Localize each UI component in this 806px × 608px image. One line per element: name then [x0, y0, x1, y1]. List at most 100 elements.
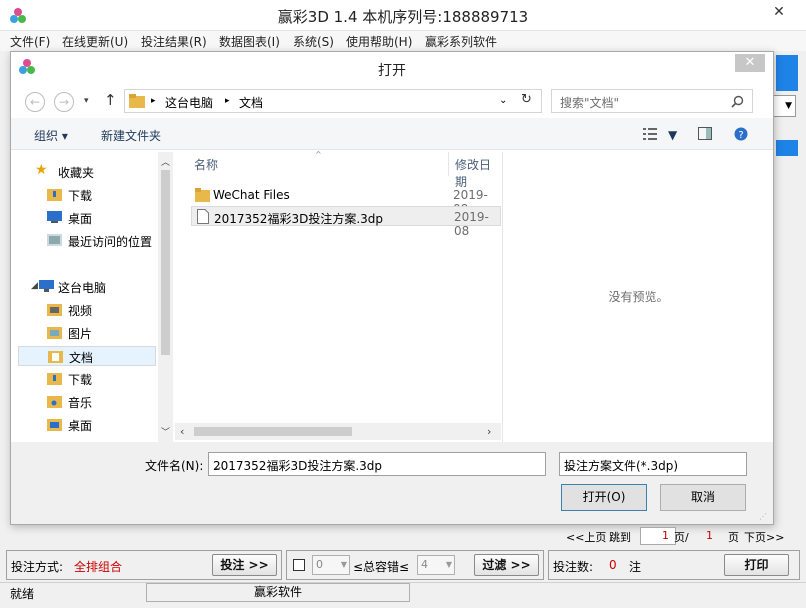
menu-system[interactable]: 系统(S) — [293, 33, 334, 50]
window-close-button[interactable]: ✕ — [756, 0, 802, 24]
up-arrow-icon[interactable]: ↑ — [104, 91, 117, 109]
bet-button[interactable]: 投注 >> — [212, 554, 277, 576]
nav-videos[interactable]: 视频 — [17, 300, 157, 320]
file-row[interactable]: 2017352福彩3D投注方案.3dp 2019-08 — [191, 206, 501, 238]
file-row[interactable]: WeChat Files 2019-08 — [191, 185, 501, 216]
nav-videos-label: 视频 — [68, 304, 93, 318]
status-text: 就绪 — [10, 587, 35, 601]
dialog-toolbar: 组织 ▾ 新建文件夹 ▼ ? — [11, 118, 773, 150]
filetype-select[interactable]: 投注方案文件(*.3dp) ⌄ — [559, 452, 747, 476]
goto-label: 跳到 — [609, 531, 631, 544]
spinner-arrow-icon[interactable]: ▼ — [446, 556, 452, 574]
preview-pane-icon[interactable] — [698, 127, 712, 140]
address-dropdown-chevron-icon[interactable]: ⌄ — [499, 95, 507, 106]
scroll-up-icon[interactable]: ︿ — [161, 155, 170, 168]
tolerance-checkbox[interactable] — [293, 559, 305, 571]
hscroll-thumb[interactable] — [194, 427, 352, 436]
open-file-dialog: 打开 ✕ ← → ▾ ↑ ▸ 这台电脑 ▸ 文档 ⌄ ↻ 搜索"文档" 组织 ▾… — [10, 51, 774, 525]
scroll-left-icon[interactable]: ‹ — [180, 425, 184, 438]
document-icon — [197, 209, 209, 224]
nav-documents[interactable]: 文档 — [18, 346, 156, 366]
spinner-arrow-icon[interactable]: ▼ — [341, 556, 347, 574]
folder-icon — [195, 188, 210, 202]
tolerance-max-spinner[interactable]: 4 ▼ — [417, 555, 455, 575]
downloads-folder-icon — [47, 373, 62, 385]
organize-button[interactable]: 组织 ▾ — [34, 127, 68, 144]
print-button[interactable]: 打印 — [724, 554, 789, 576]
filter-button[interactable]: 过滤 >> — [474, 554, 539, 576]
page-input-value: 1 — [662, 529, 669, 542]
forward-arrow-icon[interactable]: → — [54, 92, 74, 112]
desktop-icon — [47, 211, 62, 223]
nav-music[interactable]: 音乐 — [17, 392, 157, 412]
nav-favorites-label: 收藏夹 — [58, 166, 95, 180]
next-page-button[interactable]: 下页>> — [744, 529, 784, 545]
nav-pictures[interactable]: 图片 — [17, 323, 157, 343]
view-options-icon[interactable] — [643, 128, 657, 140]
help-icon[interactable]: ? — [734, 127, 748, 141]
nav-documents-label: 文档 — [69, 351, 94, 365]
nav-downloads-pc[interactable]: 下载 — [17, 369, 157, 389]
menu-charts[interactable]: 数据图表(I) — [219, 33, 280, 50]
address-bar[interactable]: ▸ 这台电脑 ▸ 文档 ⌄ ↻ — [124, 89, 542, 113]
filter-panel: 0 ▼ ≤总容错≤ 4 ▼ 过滤 >> — [286, 550, 544, 580]
collapse-chevron-icon[interactable]: ◢ — [31, 281, 38, 291]
nav-desktop-pc-label: 桌面 — [68, 419, 93, 433]
nav-desktop[interactable]: 桌面 — [17, 208, 157, 228]
nav-scroll-thumb[interactable] — [161, 170, 170, 355]
recent-locations-chevron-icon[interactable]: ▾ — [84, 96, 89, 106]
chevron-down-icon[interactable]: ⌄ — [213, 459, 541, 473]
menu-series[interactable]: 赢彩系列软件 — [425, 33, 497, 50]
file-date: 2019-08 — [454, 210, 489, 238]
downloads-folder-icon — [47, 189, 62, 201]
column-name[interactable]: 名称 — [194, 156, 218, 173]
star-icon: ★ — [35, 162, 48, 178]
refresh-icon[interactable]: ↻ — [521, 92, 532, 107]
breadcrumb-this-pc[interactable]: 这台电脑 — [165, 94, 213, 111]
nav-scrollbar[interactable]: ︿ ﹀ — [158, 152, 173, 442]
nav-desktop-pc[interactable]: 桌面 — [17, 415, 157, 435]
menu-online-update[interactable]: 在线更新(U) — [62, 33, 128, 50]
music-folder-icon — [47, 396, 62, 408]
filename-label: 文件名(N): — [145, 459, 204, 473]
tolerance-min-value: 0 — [316, 558, 323, 571]
menu-help[interactable]: 使用帮助(H) — [346, 33, 412, 50]
scroll-right-icon[interactable]: › — [487, 425, 491, 438]
menu-bet-results[interactable]: 投注结果(R) — [141, 33, 207, 50]
nav-favorites[interactable]: ★ 收藏夹 — [17, 162, 157, 182]
filename-input[interactable]: 2017352福彩3D投注方案.3dp ⌄ — [208, 452, 546, 476]
nav-recent[interactable]: 最近访问的位置 — [17, 231, 157, 251]
dialog-title: 打开 — [378, 63, 406, 79]
search-input[interactable]: 搜索"文档" — [551, 89, 753, 113]
dialog-close-button[interactable]: ✕ — [735, 54, 765, 72]
tolerance-max-value: 4 — [421, 558, 428, 571]
sort-ascending-icon: ^ — [315, 150, 322, 159]
chevron-down-icon: ▼ — [785, 101, 792, 111]
resize-grip-icon[interactable]: ⋰ — [759, 512, 767, 521]
nav-this-pc[interactable]: ◢ 这台电脑 — [17, 277, 157, 297]
svg-text:?: ? — [738, 130, 743, 141]
file-list-hscrollbar[interactable]: ‹ › — [175, 423, 501, 440]
page-input[interactable]: 1 — [640, 527, 676, 545]
view-chevron-icon[interactable]: ▼ — [668, 128, 677, 142]
menu-file[interactable]: 文件(F) — [10, 33, 50, 50]
scroll-down-icon[interactable]: ﹀ — [161, 425, 170, 438]
recent-places-icon — [47, 234, 62, 246]
prev-page-button[interactable]: <<上页 — [566, 529, 606, 545]
new-folder-button[interactable]: 新建文件夹 — [101, 127, 161, 144]
cancel-button[interactable]: 取消 — [660, 484, 746, 511]
nav-desktop-label: 桌面 — [68, 212, 93, 226]
search-placeholder: 搜索"文档" — [560, 96, 620, 110]
navigation-pane: ★ 收藏夹 下载 桌面 最近访问的位置 ◢ 这台电脑 视频 图片 文档 下载 音… — [17, 152, 172, 442]
bet-count-label: 投注数: — [553, 560, 594, 574]
chevron-down-icon[interactable]: ⌄ — [564, 459, 741, 473]
nav-recent-label: 最近访问的位置 — [68, 235, 153, 249]
breadcrumb-documents[interactable]: 文档 — [239, 94, 263, 111]
tolerance-min-spinner[interactable]: 0 ▼ — [312, 555, 350, 575]
open-button[interactable]: 打开(O) — [561, 484, 647, 511]
back-arrow-icon[interactable]: ← — [25, 92, 45, 112]
nav-downloads[interactable]: 下载 — [17, 185, 157, 205]
bet-mode-value: 全排组合 — [74, 560, 123, 574]
file-name: WeChat Files — [213, 188, 290, 202]
bet-count-value: 0 — [609, 558, 617, 572]
